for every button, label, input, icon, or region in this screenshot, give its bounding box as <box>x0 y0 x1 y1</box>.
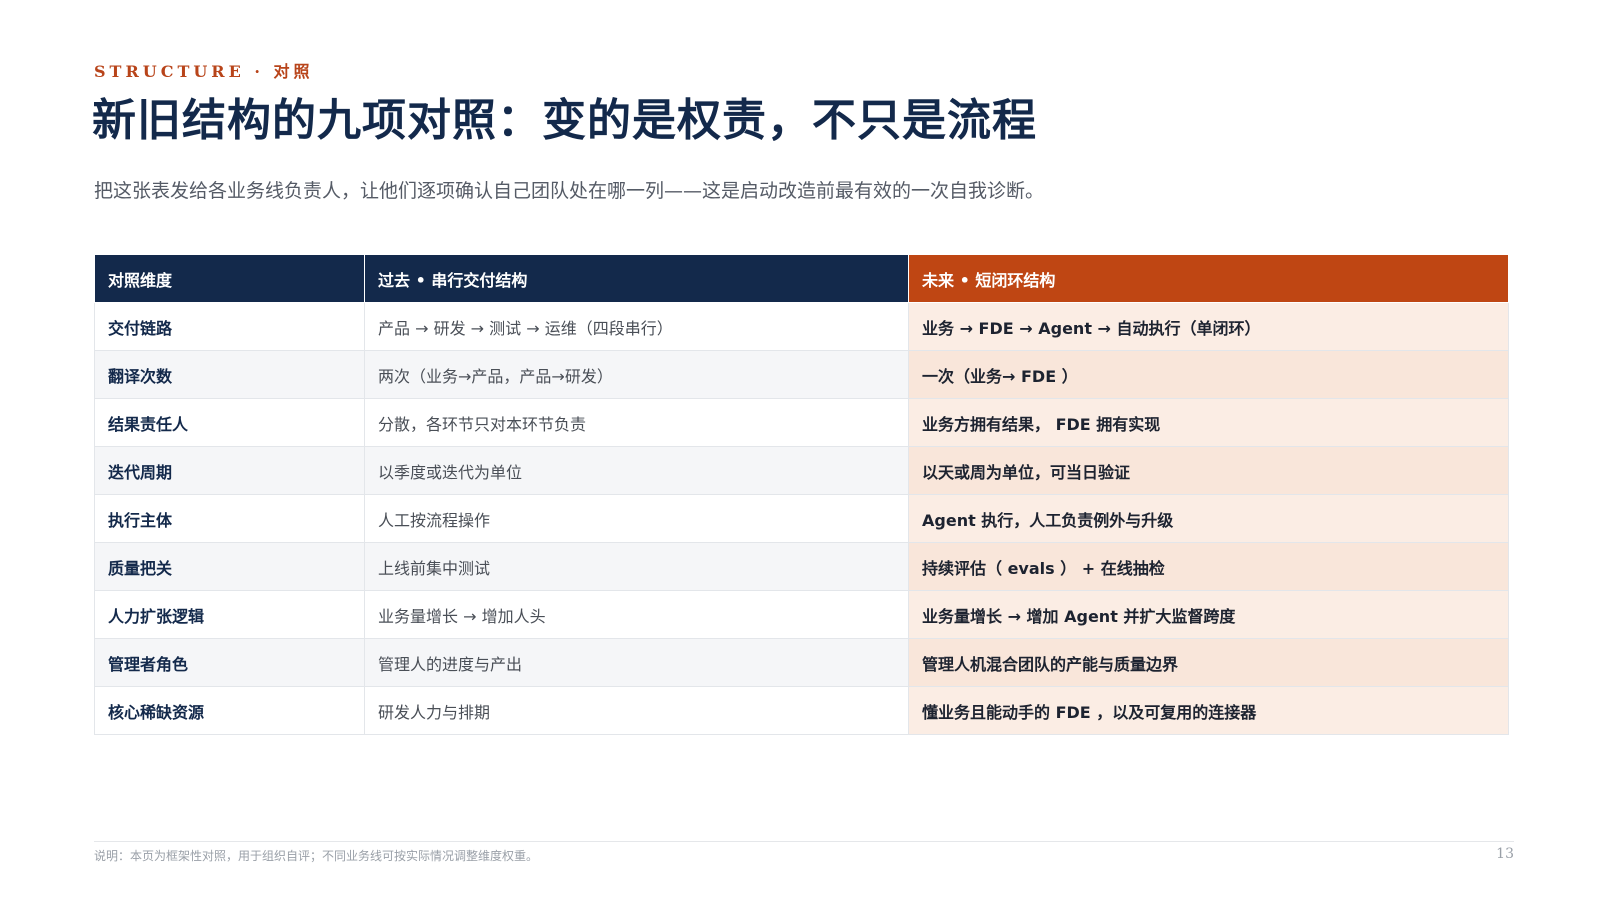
row-dimension: 核心稀缺资源 <box>94 686 365 735</box>
row-past: 上线前集中测试 <box>364 542 909 591</box>
table-row: 执行主体 人工按流程操作 Agent 执行，人工负责例外与升级 <box>94 494 1509 543</box>
section-kicker: STRUCTURE · 对照 <box>94 62 314 81</box>
row-future: 业务量增长 → 增加 Agent 并扩大监督跨度 <box>908 590 1509 639</box>
row-past: 人工按流程操作 <box>364 494 909 543</box>
header-future: 未来 • 短闭环结构 <box>908 254 1509 303</box>
row-dimension: 结果责任人 <box>94 398 365 447</box>
slide-page: STRUCTURE · 对照 新旧结构的九项对照：变的是权责，不只是流程 把这张… <box>0 0 1600 900</box>
row-future: 一次（业务→ FDE ） <box>908 350 1509 399</box>
footer-divider <box>94 841 1514 842</box>
comparison-table: 对照维度 过去 • 串行交付结构 未来 • 短闭环结构 交付链路 产品 → 研发… <box>94 254 1509 735</box>
header-past: 过去 • 串行交付结构 <box>364 254 909 303</box>
header-dimension: 对照维度 <box>94 254 365 303</box>
row-past: 研发人力与排期 <box>364 686 909 735</box>
row-future: 业务方拥有结果， FDE 拥有实现 <box>908 398 1509 447</box>
table-row: 结果责任人 分散，各环节只对本环节负责 业务方拥有结果， FDE 拥有实现 <box>94 398 1509 447</box>
row-dimension: 人力扩张逻辑 <box>94 590 365 639</box>
row-future: Agent 执行，人工负责例外与升级 <box>908 494 1509 543</box>
row-past: 以季度或迭代为单位 <box>364 446 909 495</box>
row-future: 业务 → FDE → Agent → 自动执行（单闭环） <box>908 302 1509 351</box>
row-past: 分散，各环节只对本环节负责 <box>364 398 909 447</box>
row-future: 以天或周为单位，可当日验证 <box>908 446 1509 495</box>
row-dimension: 迭代周期 <box>94 446 365 495</box>
table-row: 翻译次数 两次（业务→产品，产品→研发） 一次（业务→ FDE ） <box>94 350 1509 399</box>
row-dimension: 管理者角色 <box>94 638 365 687</box>
table-row: 人力扩张逻辑 业务量增长 → 增加人头 业务量增长 → 增加 Agent 并扩大… <box>94 590 1509 639</box>
row-future: 懂业务且能动手的 FDE ，以及可复用的连接器 <box>908 686 1509 735</box>
row-future: 管理人机混合团队的产能与质量边界 <box>908 638 1509 687</box>
row-past: 管理人的进度与产出 <box>364 638 909 687</box>
table-header-row: 对照维度 过去 • 串行交付结构 未来 • 短闭环结构 <box>94 254 1509 303</box>
table-row: 核心稀缺资源 研发人力与排期 懂业务且能动手的 FDE ，以及可复用的连接器 <box>94 686 1509 735</box>
row-dimension: 交付链路 <box>94 302 365 351</box>
row-future: 持续评估（ evals ） + 在线抽检 <box>908 542 1509 591</box>
table-row: 管理者角色 管理人的进度与产出 管理人机混合团队的产能与质量边界 <box>94 638 1509 687</box>
row-dimension: 翻译次数 <box>94 350 365 399</box>
page-subtitle: 把这张表发给各业务线负责人，让他们逐项确认自己团队处在哪一列——这是启动改造前最… <box>94 180 1045 202</box>
table-row: 迭代周期 以季度或迭代为单位 以天或周为单位，可当日验证 <box>94 446 1509 495</box>
row-past: 业务量增长 → 增加人头 <box>364 590 909 639</box>
row-past: 产品 → 研发 → 测试 → 运维（四段串行） <box>364 302 909 351</box>
row-past: 两次（业务→产品，产品→研发） <box>364 350 909 399</box>
table-row: 交付链路 产品 → 研发 → 测试 → 运维（四段串行） 业务 → FDE → … <box>94 302 1509 351</box>
table-row: 质量把关 上线前集中测试 持续评估（ evals ） + 在线抽检 <box>94 542 1509 591</box>
row-dimension: 执行主体 <box>94 494 365 543</box>
page-number: 13 <box>1496 846 1514 862</box>
page-title: 新旧结构的九项对照：变的是权责，不只是流程 <box>92 95 1037 146</box>
footer-note: 说明：本页为框架性对照，用于组织自评；不同业务线可按实际情况调整维度权重。 <box>94 849 539 863</box>
row-dimension: 质量把关 <box>94 542 365 591</box>
